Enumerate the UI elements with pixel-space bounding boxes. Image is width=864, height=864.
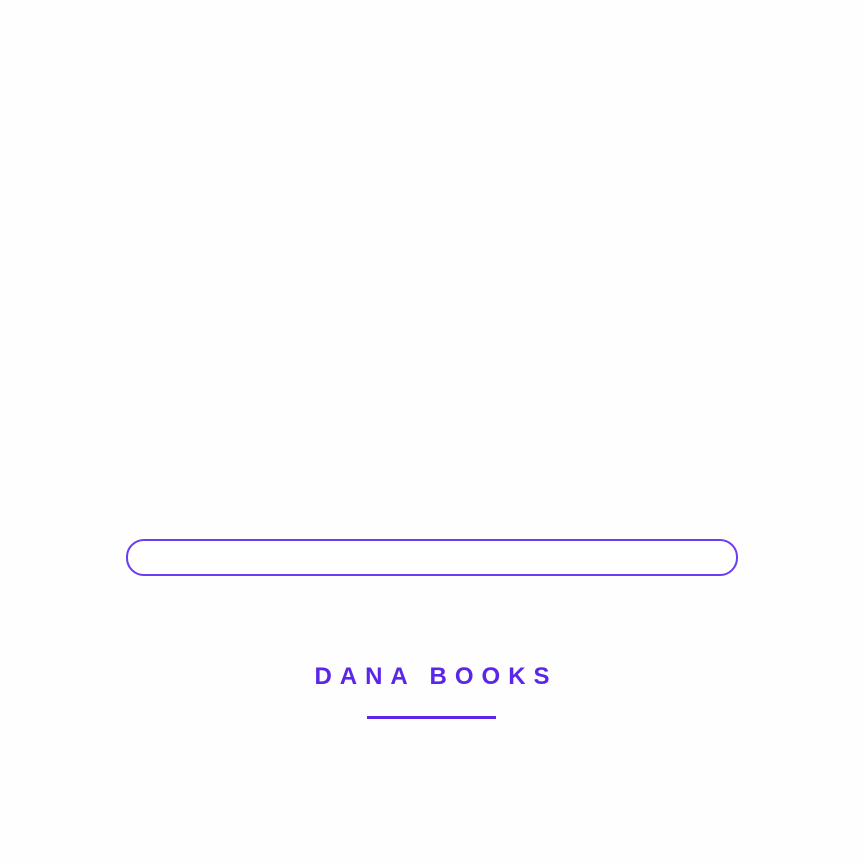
brand-name: DANA BOOKS — [314, 663, 558, 690]
loading-progress-bar — [126, 539, 738, 576]
brand-underline — [367, 716, 496, 719]
splash-screen: DANA BOOKS — [0, 0, 864, 864]
